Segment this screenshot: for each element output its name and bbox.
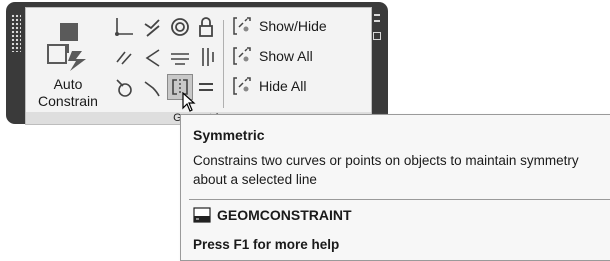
tooltip-description: Constrains two curves or points on objec…	[193, 151, 610, 189]
auto-constrain-icon	[47, 23, 86, 71]
tooltip-help: Press F1 for more help	[193, 237, 340, 252]
panel-options-strip[interactable]	[370, 10, 384, 50]
perpendicular-button[interactable]	[139, 44, 165, 70]
coincident-button[interactable]	[111, 14, 137, 40]
hide-all-label: Hide All	[259, 78, 307, 94]
coincident-icon	[115, 18, 133, 36]
panel-grip-handle[interactable]	[11, 14, 21, 52]
auto-constrain-label: Auto Constrain	[38, 76, 98, 109]
vertical-button[interactable]	[193, 44, 219, 70]
horizontal-icon	[171, 53, 189, 65]
equal-icon	[199, 83, 213, 91]
fix-button[interactable]	[193, 14, 219, 40]
tooltip-title: Symmetric	[193, 127, 265, 143]
parallel-icon	[116, 51, 132, 65]
vertical-icon	[202, 48, 214, 66]
concentric-button[interactable]	[167, 14, 193, 40]
collinear-button[interactable]	[139, 14, 165, 40]
perpendicular-icon	[145, 49, 160, 67]
equal-button[interactable]	[193, 74, 219, 100]
lock-icon	[199, 17, 213, 37]
geometric-panel: Auto Constrain Show/Hide Show All Hide A…	[6, 2, 388, 125]
command-line-icon	[193, 207, 211, 223]
hide-all-button[interactable]: Hide All	[231, 74, 306, 98]
show-all-icon	[233, 47, 251, 65]
panel-dialog-icon[interactable]	[373, 32, 381, 40]
panel-body: Auto Constrain Show/Hide Show All Hide A…	[25, 7, 372, 114]
tooltip-description-line1: Constrains two curves or points on objec…	[193, 153, 579, 168]
tooltip-divider	[189, 199, 610, 200]
parallel-button[interactable]	[111, 44, 137, 70]
concentric-icon	[171, 18, 189, 36]
hide-all-icon	[233, 77, 251, 95]
show-all-label: Show All	[259, 48, 313, 64]
show-all-button[interactable]: Show All	[231, 44, 313, 68]
mouse-cursor-icon	[182, 92, 196, 112]
show-hide-icon	[233, 17, 251, 35]
tooltip-command-name: GEOMCONSTRAINT	[217, 207, 352, 223]
show-hide-label: Show/Hide	[259, 18, 327, 34]
show-hide-button[interactable]: Show/Hide	[231, 14, 327, 38]
smooth-icon	[144, 81, 160, 97]
tooltip: Symmetric Constrains two curves or point…	[180, 114, 610, 261]
horizontal-button[interactable]	[167, 44, 193, 70]
tooltip-command: GEOMCONSTRAINT	[193, 207, 352, 223]
auto-constrain-button[interactable]: Auto Constrain	[32, 18, 104, 114]
tooltip-description-line2: about a selected line	[193, 172, 317, 187]
panel-divider	[223, 20, 224, 108]
smooth-button[interactable]	[139, 74, 165, 100]
tangent-button[interactable]	[111, 74, 137, 100]
collinear-icon	[144, 19, 160, 37]
tangent-icon	[116, 79, 132, 97]
